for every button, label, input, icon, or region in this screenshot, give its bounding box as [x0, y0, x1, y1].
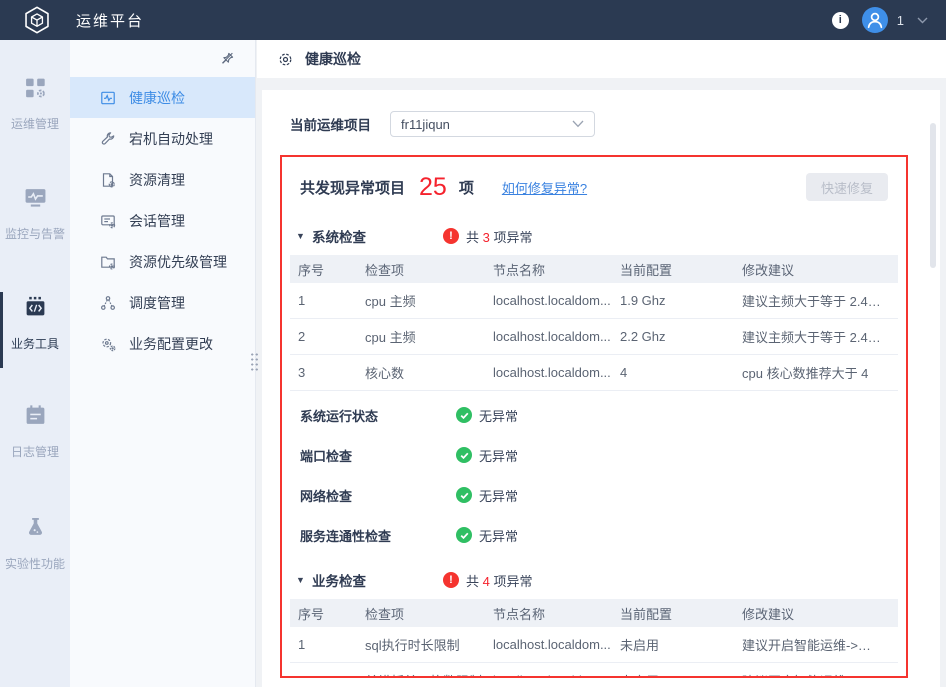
health-pulse-icon	[100, 90, 116, 106]
document-clean-icon	[100, 172, 116, 188]
modules-gear-icon	[24, 76, 47, 102]
rail-item-label: 监控与告警	[4, 227, 65, 241]
table-row: 2 cpu 主频 localhost.localdom... 2.2 Ghz 建议主频大…	[290, 319, 898, 355]
chevron-down-icon[interactable]	[917, 17, 928, 24]
sidebar-item-label: 资源清理	[129, 171, 185, 188]
secondary-sidebar: 健康巡检 宕机自动处理 资源清理 会话管理 资源优先级管理 调度管理 业务配置更…	[70, 40, 256, 687]
sidebar-item-resource-cleanup[interactable]: 资源清理	[70, 159, 255, 200]
section-header-business-check[interactable]: ▼ 业务检查 ! 共 4 项异常	[290, 567, 898, 593]
alert-circle-icon: !	[443, 572, 459, 588]
chevron-down-icon	[572, 120, 584, 128]
rail-item-label: 业务工具	[10, 337, 59, 351]
sidebar-item-resource-priority[interactable]: 资源优先级管理	[70, 241, 255, 282]
check-circle-icon	[456, 447, 472, 463]
section-title: 系统检查	[312, 230, 366, 245]
check-circle-icon	[456, 407, 472, 423]
how-to-fix-link[interactable]: 如何修复异常?	[502, 178, 587, 197]
page-title: 健康巡检	[305, 51, 361, 67]
sidebar-item-health-inspection[interactable]: 健康巡检	[70, 77, 255, 118]
sidebar-item-label: 资源优先级管理	[129, 253, 227, 270]
status-row: 服务连通性检查 无异常	[300, 527, 519, 544]
sidebar-item-label: 会话管理	[129, 212, 185, 229]
rail-item-label: 运维管理	[10, 117, 59, 131]
sidebar-item-scheduling-management[interactable]: 调度管理	[70, 282, 255, 323]
abnormal-summary: 共 4 项异常	[466, 573, 533, 589]
user-avatar-icon[interactable]	[861, 7, 888, 33]
log-calendar-icon	[24, 404, 47, 430]
app-title: 运维平台	[76, 12, 145, 30]
content-card: 当前运维项目 fr11jiqun 共发现异常项目 25 项 如何修复异常? 快速…	[262, 90, 940, 687]
wrench-icon	[100, 131, 116, 147]
rail-item-monitoring-alerts[interactable]: 监控与告警	[0, 186, 70, 242]
config-gears-icon	[100, 336, 116, 352]
app-logo-icon	[22, 5, 52, 35]
table-row: 1 sql执行时长限制 localhost.localdom... 未启用 建议开启智能…	[290, 627, 898, 663]
top-navbar: 运维平台 i 1	[0, 0, 946, 40]
sidebar-item-label: 业务配置更改	[129, 335, 213, 352]
main-area: 健康巡检 当前运维项目 fr11jiqun 共发现异常项目 25 项 如何修复异…	[257, 40, 946, 687]
table-row: 3 核心数 localhost.localdom... 4 cpu 核心数推荐大于 4	[290, 355, 898, 391]
alert-circle-icon: !	[443, 228, 459, 244]
sidebar-item-session-management[interactable]: 会话管理	[70, 200, 255, 241]
rail-item-ops-management[interactable]: 运维管理	[0, 76, 70, 132]
sidebar-resize-handle[interactable]	[250, 352, 260, 373]
code-tools-icon	[24, 296, 47, 322]
table-header-row: 序号 检查项 节点名称 当前配置 修改建议	[290, 599, 898, 627]
schedule-nodes-icon	[100, 295, 116, 311]
sidebar-item-downtime-auto-handling[interactable]: 宕机自动处理	[70, 118, 255, 159]
abnormal-summary: 共 3 项异常	[466, 229, 533, 245]
abnormal-items-panel: 共发现异常项目 25 项 如何修复异常? 快速修复 ▼ 系统检查 ! 共 3 项…	[280, 155, 908, 678]
business-check-table: 序号 检查项 节点名称 当前配置 修改建议 1 sql执行时长限制 localhost.lo…	[290, 599, 898, 676]
page-header: 健康巡检	[257, 40, 946, 78]
section-title: 业务检查	[312, 574, 366, 589]
session-manage-icon	[100, 213, 116, 229]
system-check-table: 序号 检查项 节点名称 当前配置 修改建议 1 cpu 主频 localhost.local…	[290, 255, 898, 391]
flask-icon	[24, 516, 47, 542]
quick-fix-button[interactable]: 快速修复	[806, 173, 888, 201]
sidebar-item-label: 健康巡检	[129, 89, 185, 106]
caret-down-icon: ▼	[296, 575, 305, 585]
abnormal-count: 25	[419, 172, 447, 201]
rail-item-label: 日志管理	[10, 445, 59, 459]
rail-item-label: 实验性功能	[4, 557, 65, 571]
sidebar-item-label: 调度管理	[129, 294, 185, 311]
user-count: 1	[896, 12, 904, 28]
gear-icon	[277, 51, 294, 68]
table-header-row: 序号 检查项 节点名称 当前配置 修改建议	[290, 255, 898, 283]
project-select-value: fr11jiqun	[401, 116, 450, 132]
folder-priority-icon	[100, 254, 116, 270]
status-row: 端口检查 无异常	[300, 447, 519, 464]
rail-item-experimental-features[interactable]: 实验性功能	[0, 516, 70, 572]
table-row: 2单模板单元格数限制localhost.localdom...未启用建议开启智能…	[290, 663, 898, 676]
rail-item-log-management[interactable]: 日志管理	[0, 404, 70, 460]
scrollbar-thumb[interactable]	[930, 123, 936, 268]
sidebar-item-label: 宕机自动处理	[129, 130, 213, 147]
primary-nav-rail: 运维管理 监控与告警 业务工具 日志管理 实验性功能	[0, 40, 70, 687]
summary-label: 共发现异常项目	[300, 179, 406, 197]
pin-icon[interactable]	[220, 51, 235, 66]
table-row: 1 cpu 主频 localhost.localdom... 1.9 Ghz 建议主频大…	[290, 283, 898, 319]
status-row: 网络检查 无异常	[300, 487, 519, 504]
sidebar-item-business-config-change[interactable]: 业务配置更改	[70, 323, 255, 364]
project-label: 当前运维项目	[290, 118, 371, 133]
info-icon[interactable]: i	[831, 11, 849, 29]
check-circle-icon	[456, 487, 472, 503]
section-header-system-check[interactable]: ▼ 系统检查 ! 共 3 项异常	[290, 223, 898, 249]
summary-unit: 项	[458, 179, 474, 197]
project-select[interactable]: fr11jiqun	[390, 111, 595, 137]
caret-down-icon: ▼	[296, 231, 305, 241]
monitor-alert-icon	[24, 186, 47, 212]
status-row: 系统运行状态 无异常	[300, 407, 519, 424]
check-circle-icon	[456, 527, 472, 543]
rail-item-business-tools[interactable]: 业务工具	[0, 296, 70, 352]
